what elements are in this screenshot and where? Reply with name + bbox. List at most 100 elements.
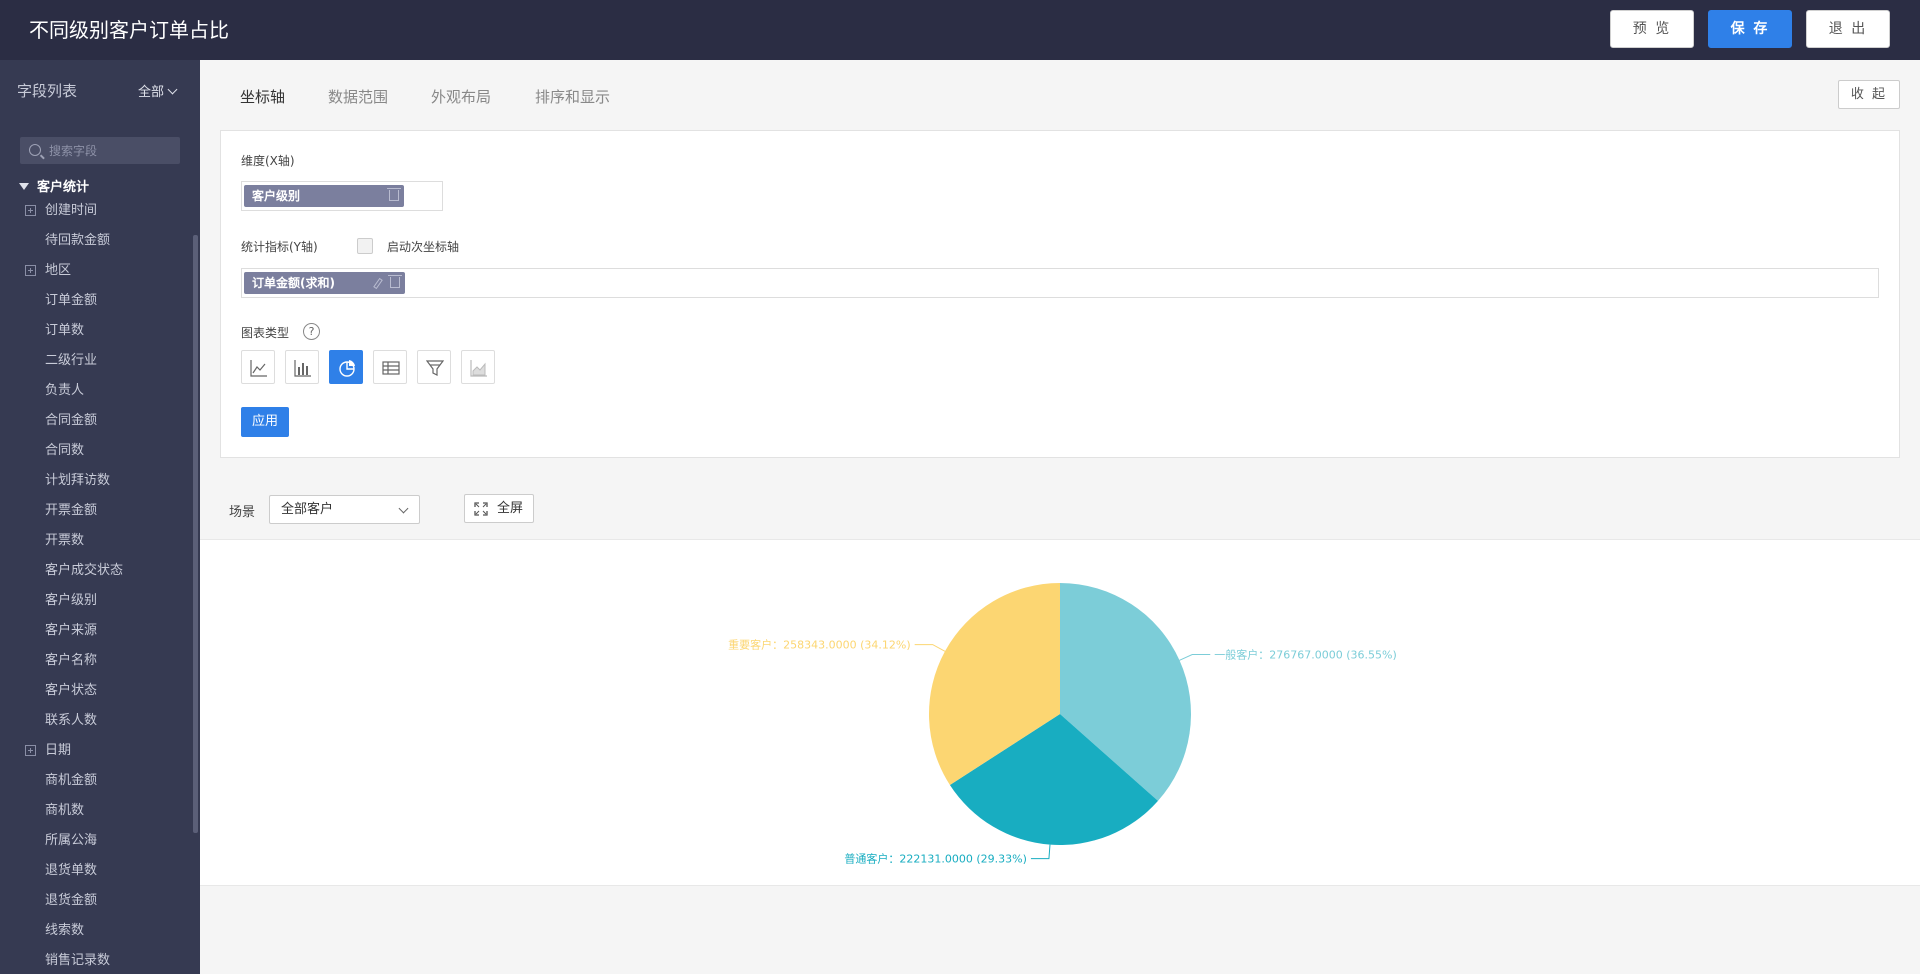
pie-leader-line — [914, 644, 946, 652]
sidebar-field-label: 创建时间 — [45, 203, 98, 218]
sidebar-field-label: 商机金额 — [45, 773, 98, 788]
sidebar-scrollbar[interactable] — [193, 235, 198, 833]
sidebar-field-item[interactable]: 日期 — [25, 741, 71, 761]
sidebar-field-item[interactable]: 联系人数 — [45, 711, 97, 731]
collapse-button[interactable]: 收 起 — [1838, 80, 1900, 109]
sidebar-field-item[interactable]: 开票金额 — [45, 501, 97, 521]
sidebar-field-label: 合同金额 — [45, 413, 98, 428]
secondary-axis-checkbox[interactable] — [357, 238, 373, 254]
field-filter-dropdown[interactable]: 全部 — [138, 81, 178, 100]
field-filter-value: 全部 — [138, 85, 165, 100]
save-button[interactable]: 保 存 — [1708, 10, 1792, 48]
sidebar-field-item[interactable]: 创建时间 — [25, 201, 98, 221]
sidebar-field-item[interactable]: 客户状态 — [45, 681, 97, 701]
area-chart-type-button[interactable] — [461, 350, 495, 384]
sidebar-field-item[interactable]: 线索数 — [45, 921, 84, 941]
sidebar-field-item[interactable]: 合同数 — [45, 441, 84, 461]
sidebar-field-label: 客户名称 — [45, 653, 98, 668]
sidebar-field-item[interactable]: 合同金额 — [45, 411, 97, 431]
dimension-label: 维度(X轴) — [241, 154, 295, 168]
sidebar-field-item[interactable]: 待回款金额 — [45, 231, 110, 251]
sidebar-field-item[interactable]: 客户成交状态 — [45, 561, 123, 581]
scene-select-value: 全部客户 — [281, 502, 334, 517]
sidebar-field-label: 退货金额 — [45, 893, 98, 908]
sidebar-field-item[interactable]: 客户名称 — [45, 651, 97, 671]
line-chart-type-button[interactable] — [241, 350, 275, 384]
trash-icon[interactable] — [387, 188, 401, 201]
pie-leader-line — [1030, 844, 1051, 860]
table-icon — [382, 361, 400, 375]
sidebar-field-label: 所属公海 — [45, 833, 98, 848]
dimension-chip[interactable]: 客户级别 — [244, 185, 404, 207]
metric-dropzone[interactable] — [241, 268, 1879, 298]
chevron-down-icon — [398, 503, 409, 514]
apply-button[interactable]: 应用 — [241, 407, 289, 437]
sidebar-field-item[interactable]: 地区 — [25, 261, 72, 281]
axis-config-panel: 维度(X轴) 客户级别 统计指标(Y轴) 启动次坐标轴 订单金额(求和) 图表类… — [220, 130, 1900, 458]
sidebar-field-label: 合同数 — [45, 443, 85, 458]
field-list-sidebar: 字段列表 全部 客户统计 创建时间待回款金额地区订单金额订单数二级行业负责人合同… — [0, 60, 200, 974]
sidebar-field-item[interactable]: 计划拜访数 — [45, 471, 110, 491]
sidebar-field-item[interactable]: 开票数 — [45, 531, 84, 551]
sidebar-field-label: 退货单数 — [45, 863, 98, 878]
field-group-customer-stats[interactable]: 客户统计 — [19, 176, 89, 195]
sidebar-field-label: 开票金额 — [45, 503, 98, 518]
preview-button[interactable]: 预 览 — [1610, 10, 1694, 48]
top-header: 不同级别客户订单占比 预 览 保 存 退 出 — [0, 0, 1920, 60]
sidebar-field-label: 订单金额 — [45, 293, 98, 308]
table-type-button[interactable] — [373, 350, 407, 384]
bar-chart-type-button[interactable] — [285, 350, 319, 384]
funnel-icon — [426, 360, 444, 376]
sidebar-field-item[interactable]: 退货单数 — [45, 861, 97, 881]
exit-button[interactable]: 退 出 — [1806, 10, 1890, 48]
area-chart-icon — [470, 360, 487, 377]
sidebar-field-label: 地区 — [45, 263, 72, 278]
help-icon[interactable]: ? — [303, 323, 320, 340]
dimension-chip-label: 客户级别 — [252, 189, 301, 203]
metric-label: 统计指标(Y轴) — [241, 240, 318, 254]
expand-plus-icon[interactable] — [25, 265, 36, 276]
tab-data-range[interactable]: 数据范围 — [328, 86, 388, 107]
expand-plus-icon[interactable] — [25, 205, 36, 216]
sidebar-field-item[interactable]: 客户级别 — [45, 591, 97, 611]
secondary-axis-label: 启动次坐标轴 — [387, 240, 460, 254]
field-search-input[interactable] — [49, 137, 174, 164]
chart-type-label: 图表类型 — [241, 326, 290, 340]
sidebar-field-item[interactable]: 商机数 — [45, 801, 84, 821]
sidebar-field-label: 计划拜访数 — [45, 473, 111, 488]
sidebar-field-label: 二级行业 — [45, 353, 98, 368]
chevron-down-icon — [167, 84, 178, 95]
metric-chip-label: 订单金额(求和) — [252, 276, 335, 290]
sidebar-field-label: 待回款金额 — [45, 233, 111, 248]
sidebar-field-item[interactable]: 商机金额 — [45, 771, 97, 791]
pie-slice-label: 一般客户：276767.0000 (36.55%) — [1214, 648, 1397, 662]
sidebar-field-item[interactable]: 退货金额 — [45, 891, 97, 911]
sidebar-field-item[interactable]: 订单数 — [45, 321, 84, 341]
sidebar-field-item[interactable]: 二级行业 — [45, 351, 97, 371]
sidebar-field-item[interactable]: 销售记录数 — [45, 951, 110, 971]
pie-slice-label: 普通客户：222131.0000 (29.33%) — [844, 852, 1027, 866]
edit-icon[interactable] — [373, 277, 383, 290]
sidebar-field-label: 负责人 — [45, 383, 85, 398]
pie-chart-type-button[interactable] — [329, 350, 363, 384]
expand-plus-icon[interactable] — [25, 745, 36, 756]
chart-area: 一般客户：276767.0000 (36.55%) 普通客户：222131.000… — [200, 539, 1920, 886]
sidebar-field-label: 订单数 — [45, 323, 85, 338]
trash-icon[interactable] — [388, 275, 402, 288]
field-search-box[interactable] — [20, 137, 180, 164]
sidebar-field-item[interactable]: 负责人 — [45, 381, 84, 401]
line-chart-icon — [250, 360, 267, 377]
tab-sort-display[interactable]: 排序和显示 — [535, 86, 610, 107]
funnel-type-button[interactable] — [417, 350, 451, 384]
sidebar-field-item[interactable]: 订单金额 — [45, 291, 97, 311]
tab-appearance-layout[interactable]: 外观布局 — [431, 86, 491, 107]
scene-select[interactable]: 全部客户 — [269, 495, 420, 524]
metric-chip[interactable]: 订单金额(求和) — [244, 272, 405, 294]
scene-label: 场景 — [229, 505, 256, 520]
pie-chart-icon — [339, 360, 355, 377]
sidebar-field-label: 客户级别 — [45, 593, 98, 608]
sidebar-field-item[interactable]: 所属公海 — [45, 831, 97, 851]
tab-axis[interactable]: 坐标轴 — [240, 86, 285, 107]
sidebar-field-item[interactable]: 客户来源 — [45, 621, 97, 641]
fullscreen-button[interactable]: 全屏 — [464, 494, 534, 523]
